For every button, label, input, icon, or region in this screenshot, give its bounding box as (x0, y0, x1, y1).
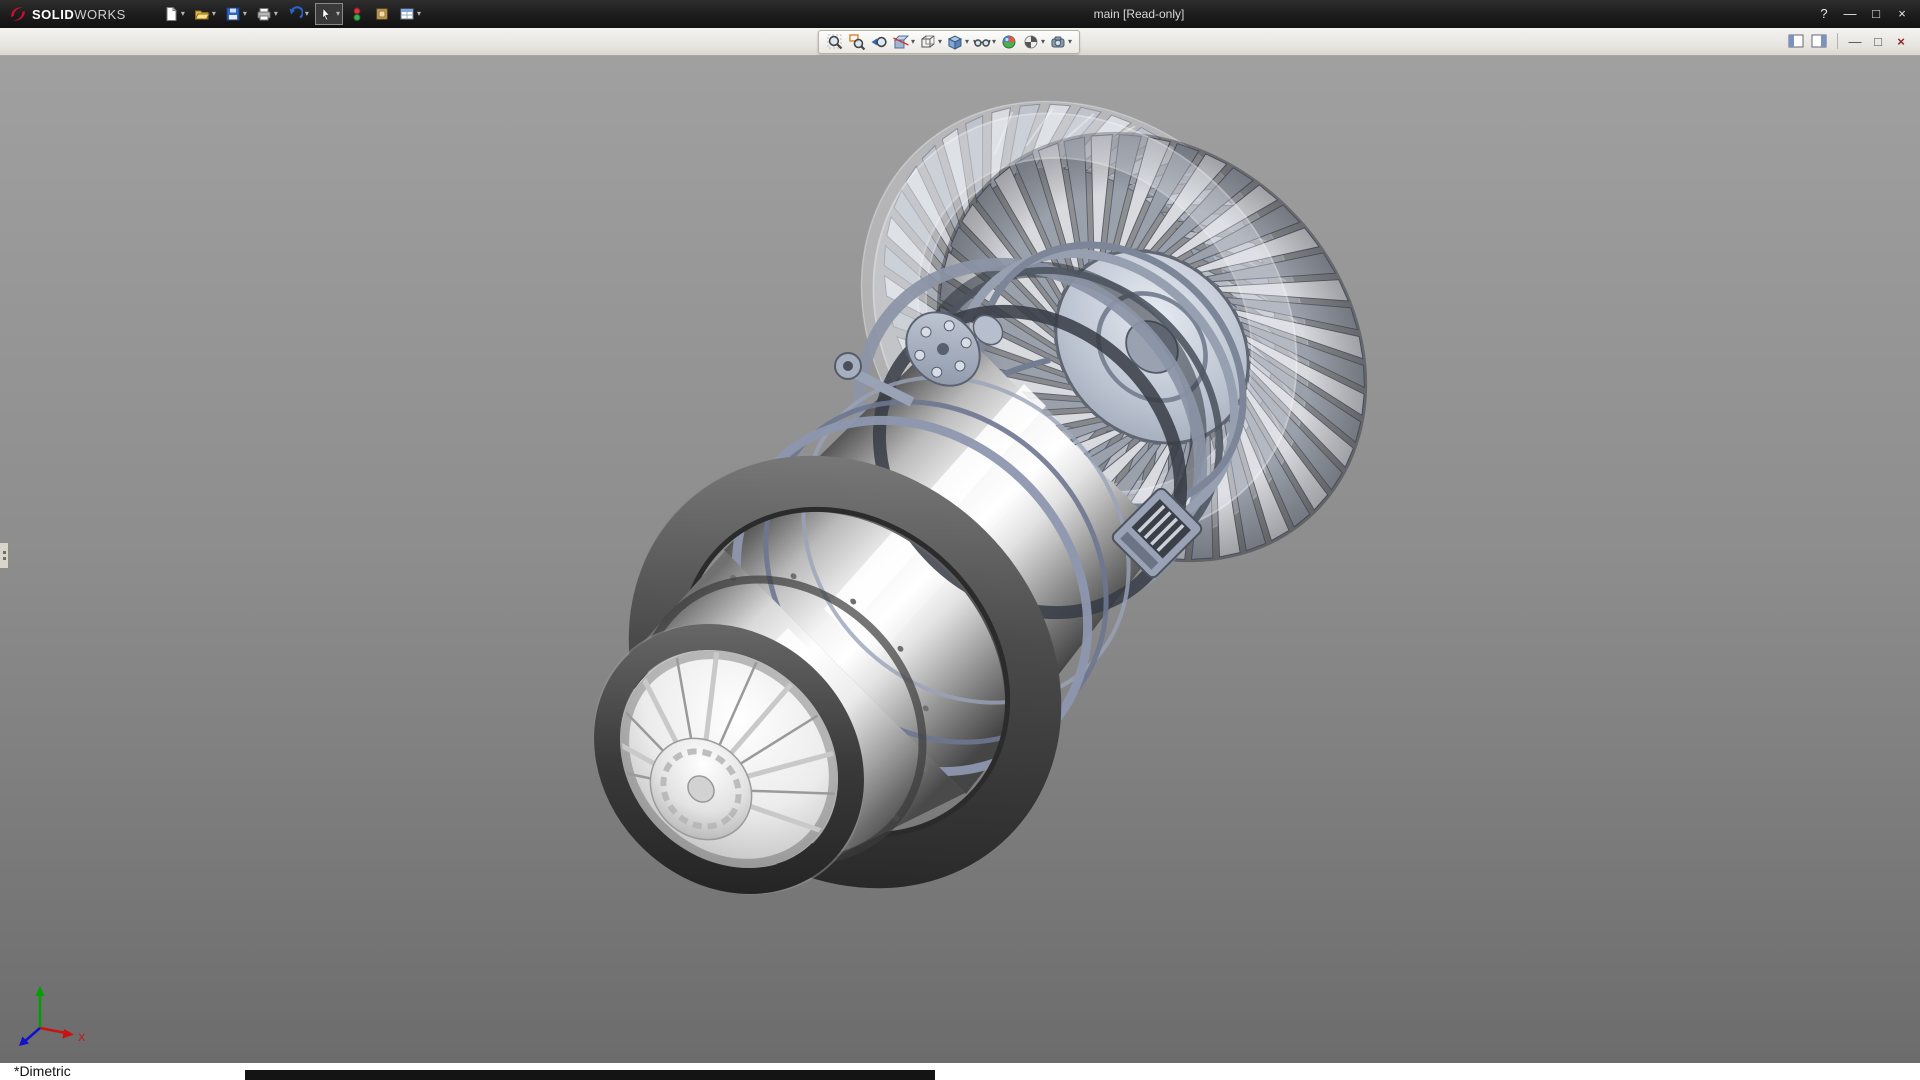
view-orientation-button[interactable]: ▾ (918, 32, 943, 52)
app-name: SOLIDWORKS (32, 7, 126, 22)
open-folder-icon (194, 6, 210, 22)
new-document-button[interactable]: ▾ (160, 3, 188, 25)
doc-close-button[interactable]: × (1892, 31, 1910, 51)
dropdown-caret-icon[interactable]: ▾ (1068, 38, 1072, 46)
document-title: main [Read-only] (1094, 0, 1185, 28)
panel-collapse-handle[interactable] (0, 542, 9, 569)
document-window-controls: — □ × (1788, 31, 1910, 51)
zoom-to-area-button[interactable] (847, 32, 867, 52)
separator (1837, 33, 1838, 49)
zoom-to-fit-button[interactable] (825, 32, 845, 52)
taskbar-strip (245, 1070, 935, 1080)
hide-show-items-button[interactable]: ▾ (972, 32, 997, 52)
pane-toggle-right-button[interactable] (1811, 31, 1829, 51)
pane-toggle-left-button[interactable] (1788, 31, 1806, 51)
app-name-light: WORKS (74, 7, 126, 22)
printer-icon (256, 6, 272, 22)
solidworks-logo: SOLIDWORKS (0, 4, 136, 24)
solidworks-window: SOLIDWORKS ▾ ▾ ▾ ▾ (0, 0, 1920, 1080)
3d-scene[interactable]: X (0, 56, 1920, 1063)
previous-view-button[interactable] (869, 32, 889, 52)
undo-button[interactable]: ▾ (284, 3, 312, 25)
pane-toggle-left-icon (1788, 34, 1804, 48)
pane-toggle-right-icon (1811, 34, 1827, 48)
title-bar: SOLIDWORKS ▾ ▾ ▾ ▾ (0, 0, 1920, 28)
dropdown-caret-icon[interactable]: ▾ (965, 38, 969, 46)
save-floppy-icon (225, 6, 241, 22)
triad-x-label: X (78, 1032, 86, 1044)
edit-appearance-ball-icon (1000, 33, 1018, 51)
open-button[interactable]: ▾ (191, 3, 219, 25)
solidworks-swirl-icon (8, 4, 28, 24)
color-swatch-button[interactable] (371, 3, 393, 25)
apply-scene-button[interactable]: ▾ (1021, 32, 1046, 52)
rebuild-button[interactable] (346, 3, 368, 25)
view-orientation-label: *Dimetric (14, 1063, 71, 1079)
restore-button[interactable]: □ (1866, 4, 1886, 24)
apply-scene-ball-icon (1022, 33, 1040, 51)
view-orientation-icon (919, 33, 937, 51)
dropdown-caret-icon[interactable]: ▾ (305, 10, 309, 18)
graphics-viewport[interactable]: X (0, 56, 1920, 1063)
display-style-icon (946, 33, 964, 51)
dropdown-caret-icon[interactable]: ▾ (1041, 38, 1045, 46)
document-toolbar-row: ▾ ▾ ▾ ▾ ▾ ▾ (0, 28, 1920, 56)
dropdown-caret-icon[interactable]: ▾ (243, 10, 247, 18)
section-view-button[interactable]: ▾ (891, 32, 916, 52)
print-button[interactable]: ▾ (253, 3, 281, 25)
select-cursor-icon (318, 6, 334, 22)
close-button[interactable]: × (1892, 4, 1912, 24)
window-controls: ? — □ × (1814, 4, 1920, 24)
sheet-grid-icon (399, 6, 415, 22)
view-settings-camera-icon (1049, 33, 1067, 51)
dropdown-caret-icon[interactable]: ▾ (938, 38, 942, 46)
zoom-to-fit-icon (826, 33, 844, 51)
help-button[interactable]: ? (1814, 4, 1834, 24)
status-strip: *Dimetric (0, 1063, 1920, 1080)
app-name-bold: SOLID (32, 7, 74, 22)
select-tool-button[interactable]: ▾ (315, 3, 343, 25)
rebuild-stoplight-icon (349, 6, 365, 22)
minimize-button[interactable]: — (1840, 4, 1860, 24)
edit-appearance-button[interactable] (999, 32, 1019, 52)
heads-up-view-toolbar: ▾ ▾ ▾ ▾ ▾ ▾ (818, 30, 1080, 54)
doc-minimize-button[interactable]: — (1846, 31, 1864, 51)
hide-show-glasses-icon (973, 33, 991, 51)
undo-arrow-icon (287, 6, 303, 22)
display-style-button[interactable]: ▾ (945, 32, 970, 52)
dropdown-caret-icon[interactable]: ▾ (274, 10, 278, 18)
dropdown-caret-icon[interactable]: ▾ (417, 10, 421, 18)
new-document-icon (163, 6, 179, 22)
color-swatch-icon (374, 6, 390, 22)
main-toolbar: ▾ ▾ ▾ ▾ ▾ (160, 3, 424, 25)
zoom-to-area-icon (848, 33, 866, 51)
save-button[interactable]: ▾ (222, 3, 250, 25)
previous-view-icon (870, 33, 888, 51)
doc-restore-button[interactable]: □ (1869, 31, 1887, 51)
dropdown-caret-icon[interactable]: ▾ (336, 10, 340, 18)
dropdown-caret-icon[interactable]: ▾ (911, 38, 915, 46)
section-view-icon (892, 33, 910, 51)
dropdown-caret-icon[interactable]: ▾ (992, 38, 996, 46)
view-settings-button[interactable]: ▾ (1048, 32, 1073, 52)
dropdown-caret-icon[interactable]: ▾ (212, 10, 216, 18)
dropdown-caret-icon[interactable]: ▾ (181, 10, 185, 18)
sheet-button[interactable]: ▾ (396, 3, 424, 25)
